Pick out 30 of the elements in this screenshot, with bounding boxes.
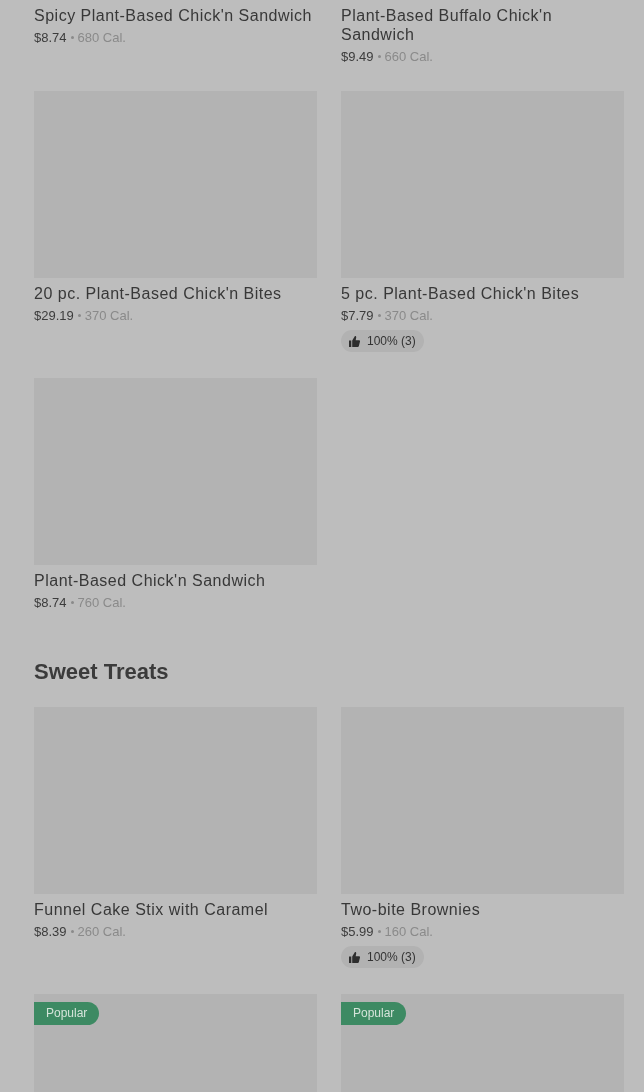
item-price: $8.74 (34, 594, 67, 611)
image-placeholder[interactable]: Popular (34, 994, 317, 1092)
popular-badge: Popular (34, 1002, 100, 1025)
item-price: $5.99 (341, 923, 374, 940)
item-name[interactable]: Funnel Cake Stix with Caramel (34, 900, 317, 919)
popular-badge: Popular (341, 1002, 407, 1025)
separator-dot (77, 314, 81, 317)
rating-chip: 100% (3) (341, 330, 424, 352)
item-price: $9.49 (341, 48, 374, 65)
image-placeholder[interactable]: Popular (341, 994, 624, 1092)
item-price: $8.39 (34, 923, 67, 940)
item-price: $29.19 (34, 307, 74, 324)
item-name[interactable]: 5 pc. Plant-Based Chick'n Bites (341, 284, 624, 303)
separator-dot (377, 55, 381, 58)
rating-chip: 100% (3) (341, 946, 424, 968)
item-price: $7.79 (341, 307, 374, 324)
item-name[interactable]: Plant-Based Chick'n Sandwich (34, 571, 317, 590)
item-price: $8.74 (34, 29, 67, 46)
item-name[interactable]: Two-bite Brownies (341, 900, 624, 919)
section-title: Sweet Treats (34, 658, 170, 686)
thumbs-up-icon (349, 951, 360, 963)
item-name[interactable]: Spicy Plant-Based Chick'n Sandwich (34, 6, 317, 25)
separator-dot (377, 930, 381, 933)
item-name[interactable]: Plant-Based Buffalo Chick'n Sandwich (341, 6, 624, 44)
separator-dot (70, 601, 74, 604)
thumbs-up-icon (349, 335, 360, 347)
separator-dot (70, 36, 74, 39)
separator-dot (70, 930, 74, 933)
item-name[interactable]: 20 pc. Plant-Based Chick'n Bites (34, 284, 317, 303)
separator-dot (377, 314, 381, 317)
